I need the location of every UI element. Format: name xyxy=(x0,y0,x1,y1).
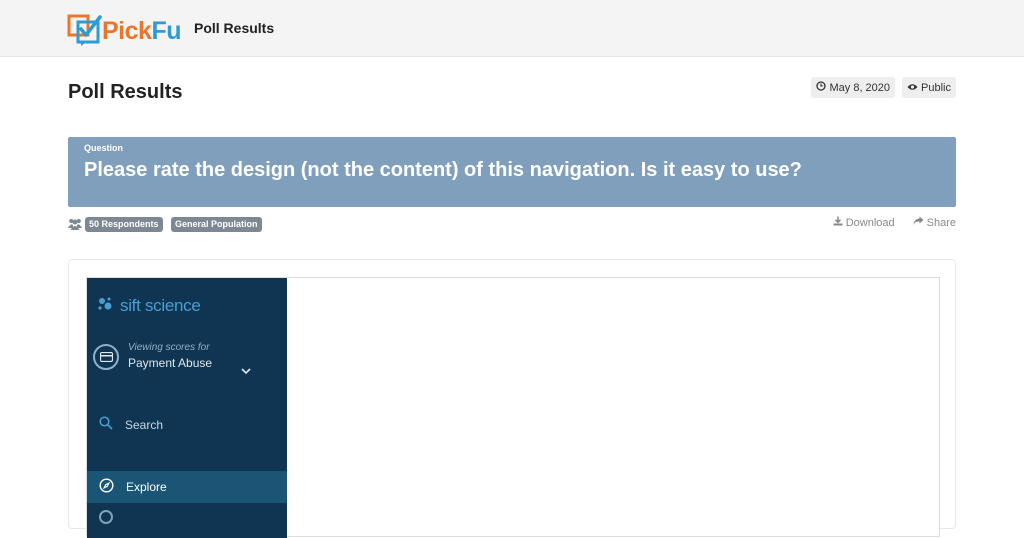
pickfu-logo[interactable]: PickFu xyxy=(67,13,187,47)
poll-meta: May 8, 2020 Public xyxy=(811,77,956,98)
nav-item-explore: Explore xyxy=(87,471,287,503)
respondents-badge: 50 Respondents xyxy=(85,217,163,232)
page-title: Poll Results xyxy=(68,81,183,103)
share-link[interactable]: Share xyxy=(913,216,956,229)
poll-actions: Download Share xyxy=(833,216,956,229)
credit-card-icon xyxy=(93,344,119,370)
chevron-down-icon xyxy=(241,362,251,380)
download-label: Download xyxy=(845,216,895,229)
poll-option-card: sift science Viewing scores for Payment … xyxy=(68,259,956,538)
download-link[interactable]: Download xyxy=(833,216,895,229)
clock-icon xyxy=(816,81,827,94)
header-title: Poll Results xyxy=(194,20,275,36)
audience-badge: General Population xyxy=(171,217,262,232)
visibility-badge: Public xyxy=(902,77,956,98)
nav-search-label: Search xyxy=(125,417,164,432)
sift-logo: sift science xyxy=(98,296,201,316)
date-badge: May 8, 2020 xyxy=(811,77,896,98)
poll-info-row: 50 Respondents General Population Downlo… xyxy=(68,216,956,234)
pickfu-wordmark: PickFu xyxy=(102,17,181,45)
nav-item-search: Search xyxy=(99,416,163,433)
option-image-frame[interactable]: sift science Viewing scores for Payment … xyxy=(86,277,940,538)
nav-next-item-icon xyxy=(99,510,113,524)
viewing-selector: Viewing scores for Payment Abuse xyxy=(93,342,212,370)
question-banner: Question Please rate the design (not the… xyxy=(68,137,956,207)
navigation-screenshot: sift science Viewing scores for Payment … xyxy=(87,278,287,538)
top-bar: PickFu Poll Results xyxy=(0,0,1024,57)
share-icon xyxy=(913,216,924,229)
compass-icon xyxy=(99,478,114,496)
download-icon xyxy=(833,216,843,229)
share-label: Share xyxy=(926,216,956,229)
visibility-text: Public xyxy=(921,81,951,94)
pickfu-logo-icon xyxy=(67,13,103,47)
viewing-value: Payment Abuse xyxy=(128,356,213,370)
question-label: Question xyxy=(84,143,124,153)
eye-icon xyxy=(907,82,918,94)
viewing-label: Viewing scores for xyxy=(128,342,210,353)
date-text: May 8, 2020 xyxy=(829,81,891,94)
sift-dots-icon xyxy=(98,297,116,316)
search-icon xyxy=(99,416,113,433)
sift-brand-text: sift science xyxy=(120,296,201,315)
users-icon xyxy=(68,217,82,235)
nav-explore-label: Explore xyxy=(126,480,167,494)
question-text: Please rate the design (not the content)… xyxy=(84,159,802,181)
